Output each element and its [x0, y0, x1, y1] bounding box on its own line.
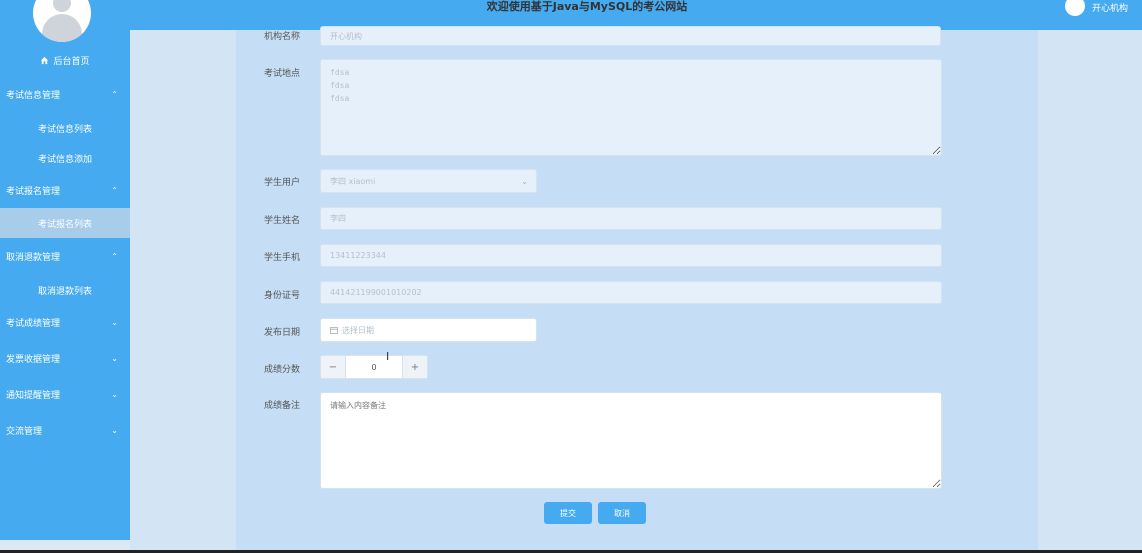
sub-label: 考试报名列表: [37, 219, 92, 230]
chevron-down-icon: ⌄: [111, 317, 118, 327]
sidebar-item-label: 后台首页: [53, 56, 90, 67]
menu-label: 通知提醒管理: [6, 390, 61, 401]
sub-label: 取消退款列表: [37, 286, 92, 297]
page-title: 欢迎使用基于Java与MySQL的考公网站: [486, 0, 688, 13]
score-value[interactable]: 0: [346, 356, 402, 378]
sidebar-menu-exam-registration[interactable]: 考试报名管理 ⌃: [0, 172, 130, 208]
chevron-up-icon: ⌃: [111, 185, 118, 195]
submit-button[interactable]: 提交: [544, 502, 592, 524]
student-user-select[interactable]: 李四 xiaomi ⌄: [320, 169, 537, 193]
user-name[interactable]: 开心机构: [1092, 1, 1128, 14]
phone-value: 13411223344: [330, 251, 386, 260]
phone-field: 13411223344: [320, 244, 942, 267]
chevron-up-icon: ⌃: [111, 251, 118, 261]
chevron-down-icon: ⌄: [111, 389, 118, 399]
menu-label: 发票收据管理: [6, 354, 61, 365]
home-icon: [41, 56, 49, 64]
sidebar-menu-exam-info[interactable]: 考试信息管理 ⌃: [0, 76, 130, 112]
score-label: 成绩分数: [264, 365, 301, 375]
sidebar-menu-communication[interactable]: 交流管理 ⌄: [0, 412, 130, 448]
sidebar-item-refund-list[interactable]: 取消退款列表: [0, 275, 130, 305]
org-value: 开心机构: [330, 31, 362, 41]
sidebar-menu-scores[interactable]: 考试成绩管理 ⌄: [0, 304, 130, 340]
sidebar-item-registration-list[interactable]: 考试报名列表: [0, 208, 130, 238]
student-user-value: 李四 xiaomi: [330, 176, 376, 186]
avatar: [33, 0, 91, 42]
decrement-button[interactable]: −: [321, 356, 346, 378]
id-value: 441421199001010202: [330, 288, 422, 297]
date-picker[interactable]: 选择日期: [320, 318, 537, 342]
menu-label: 考试成绩管理: [6, 318, 61, 329]
id-label: 身份证号: [264, 291, 301, 301]
increment-button[interactable]: +: [402, 356, 427, 378]
date-placeholder: 选择日期: [342, 325, 374, 335]
sidebar: 后台首页 考试信息管理 ⌃ 考试信息列表 考试信息添加 考试报名管理 ⌃ 考试报…: [0, 0, 130, 540]
sidebar-menu-invoice[interactable]: 发票收据管理 ⌄: [0, 340, 130, 376]
chevron-up-icon: ⌃: [111, 89, 118, 99]
sidebar-menu-notice[interactable]: 通知提醒管理 ⌄: [0, 376, 130, 412]
student-name-value: 李四: [330, 214, 346, 223]
exam-place-textarea[interactable]: fdsa fdsa fdsa: [320, 59, 942, 156]
org-label: 机构名称: [264, 32, 301, 42]
sidebar-menu-refund[interactable]: 取消退款管理 ⌃: [0, 238, 130, 274]
student-name-field: 李四: [320, 207, 942, 230]
student-user-label: 学生用户: [264, 178, 301, 188]
remark-label: 成绩备注: [264, 401, 301, 411]
sidebar-item-exam-info-list[interactable]: 考试信息列表: [0, 113, 130, 143]
score-stepper[interactable]: − 0 +: [320, 355, 428, 379]
chevron-down-icon: ⌄: [521, 176, 528, 186]
menu-label: 考试信息管理: [6, 90, 61, 101]
menu-label: 取消退款管理: [6, 252, 61, 263]
chevron-down-icon: ⌄: [111, 425, 118, 435]
date-label: 发布日期: [264, 328, 301, 338]
phone-label: 学生手机: [264, 253, 301, 263]
chevron-down-icon: ⌄: [111, 353, 118, 363]
sub-label: 考试信息列表: [37, 124, 92, 135]
sidebar-item-home[interactable]: 后台首页: [0, 52, 130, 68]
sidebar-item-exam-info-add[interactable]: 考试信息添加: [0, 143, 130, 173]
user-avatar[interactable]: [1065, 0, 1085, 16]
id-field: 441421199001010202: [320, 281, 942, 304]
cancel-button[interactable]: 取消: [598, 502, 646, 524]
calendar-icon: [330, 327, 338, 334]
menu-label: 考试报名管理: [6, 186, 61, 197]
remark-textarea[interactable]: [320, 392, 942, 489]
place-label: 考试地点: [264, 69, 301, 79]
org-field: 开心机构: [320, 26, 941, 46]
student-name-label: 学生姓名: [264, 216, 301, 226]
menu-label: 交流管理: [6, 426, 43, 437]
sub-label: 考试信息添加: [37, 154, 92, 165]
text-cursor-icon: Ι: [386, 350, 390, 363]
